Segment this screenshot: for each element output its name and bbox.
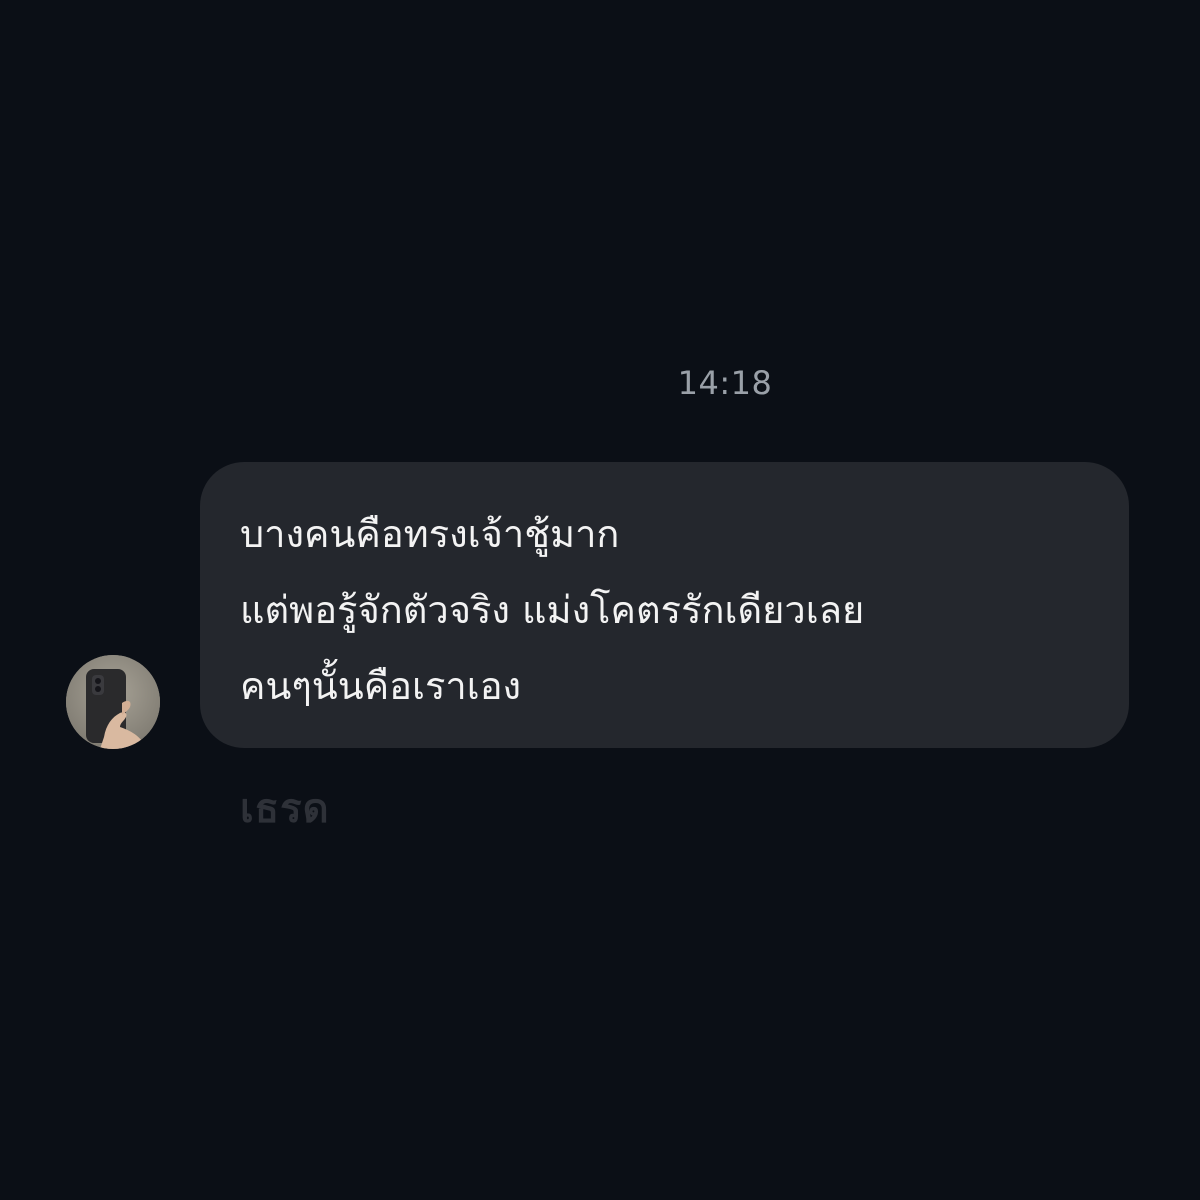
message-timestamp: 14:18 <box>677 364 773 402</box>
message-line-3: คนๆนั้นคือเราเอง <box>240 664 522 708</box>
app-watermark: เธรด <box>240 786 330 832</box>
avatar-photo-icon <box>66 655 160 749</box>
avatar[interactable] <box>66 655 160 749</box>
chat-screen: 14:18 บางคนคือทรงเจ้าชู้มาก แต่พอรู้จักต… <box>0 0 1200 1200</box>
message-bubble[interactable]: บางคนคือทรงเจ้าชู้มาก แต่พอรู้จักตัวจริง… <box>200 462 1129 748</box>
message-line-1: บางคนคือทรงเจ้าชู้มาก <box>240 512 620 556</box>
message-line-2: แต่พอรู้จักตัวจริง แม่งโคตรรักเดียวเลย <box>240 588 865 632</box>
